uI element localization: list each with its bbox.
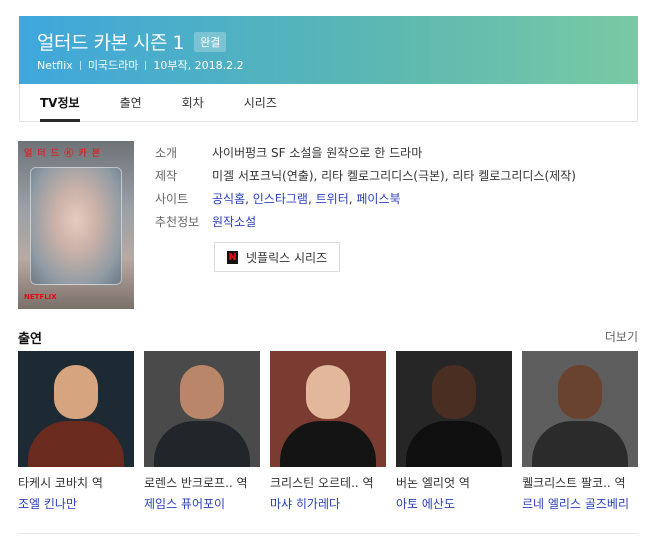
cast-role: 버논 엘리엇 역 [396,476,470,490]
cast-photo[interactable] [396,351,512,467]
cast-card[interactable]: 로렌스 반크로프.. 역 제임스 퓨어포이 [144,351,260,512]
status-badge: 완결 [194,31,227,52]
poster-image[interactable]: 얼 터 드 Ⓚ 카 본 NETFLIX [18,141,134,309]
cast-heading: 출연 [18,332,42,347]
cast-photo[interactable] [18,351,134,467]
cast-list: 타케시 코바치 역 조엘 킨나만 로렌스 반크로프.. 역 제임스 퓨어포이 크… [18,351,638,512]
tab-episodes[interactable]: 회차 [162,84,224,121]
site-links: 공식홈, 인스타그램, 트위터, 페이스북 [212,192,401,206]
cast-photo[interactable] [270,351,386,467]
poster-brand: NETFLIX [24,293,57,301]
cast-actor-link[interactable]: 마샤 히가레다 [270,495,386,512]
cast-photo[interactable] [522,351,638,467]
genre: 미국드라마 [87,59,139,72]
cast-role: 타케시 코바치 역 [18,476,103,490]
staff-value: 미겔 서포크닉(연출), 리타 켈로그리디스(극본), 리타 켈로그리디스(제작… [212,169,576,183]
episodes-date: 10부작, 2018.2.2 [153,59,244,72]
page-title: 얼터드 카본 시즌 1 [37,32,185,54]
divider [145,60,147,70]
tab-bar: TV정보 출연 회차 시리즈 [19,84,638,122]
cast-actor-link[interactable]: 아토 에산도 [396,495,512,512]
site-link-instagram[interactable]: 인스타그램 [253,192,308,206]
intro-label: 소개 [155,146,178,160]
info-row-staff: 제작 미겔 서포크닉(연출), 리타 켈로그리디스(극본), 리타 켈로그리디스… [155,164,576,187]
site-link-twitter[interactable]: 트위터 [316,192,349,206]
info-row-intro: 소개 사이버펑크 SF 소설을 원작으로 한 드라마 [155,141,576,164]
info-row-site: 사이트 공식홈, 인스타그램, 트위터, 페이스북 [155,187,576,210]
netflix-icon: N [227,250,238,264]
cast-card[interactable]: 크리스틴 오르테.. 역 마샤 히가레다 [270,351,386,512]
info-row-recommend: 추천정보 원작소설 [155,210,576,233]
title-banner: 얼터드 카본 시즌 1 완결 Netflix 미국드라마 10부작, 2018.… [19,16,638,84]
cast-role: 크리스틴 오르테.. 역 [270,476,374,490]
netflix-button-label: 넷플릭스 시리즈 [246,250,328,265]
tab-cast[interactable]: 출연 [100,84,162,121]
cast-card[interactable]: 버논 엘리엇 역 아토 에산도 [396,351,512,512]
cast-role: 퀠크리스트 팔코.. 역 [522,476,626,490]
channel-name: Netflix [37,58,73,72]
more-link[interactable]: 더보기 [605,328,638,345]
cast-card[interactable]: 퀠크리스트 팔코.. 역 르네 엘리스 골즈베리 [522,351,638,512]
recommend-label: 추천정보 [155,215,200,229]
cast-actor-link[interactable]: 제임스 퓨어포이 [144,495,260,512]
cast-actor-link[interactable]: 르네 엘리스 골즈베리 [522,495,638,512]
divider [18,533,638,534]
site-link-official[interactable]: 공식홈 [212,192,245,206]
cast-actor-link[interactable]: 조엘 킨나만 [18,495,134,512]
staff-label: 제작 [155,169,178,183]
netflix-series-button[interactable]: N 넷플릭스 시리즈 [214,242,341,272]
recommend-link[interactable]: 원작소설 [212,215,256,229]
poster-title: 얼 터 드 Ⓚ 카 본 [24,149,102,159]
info-table: 소개 사이버펑크 SF 소설을 원작으로 한 드라마 제작 미겔 서포크닉(연출… [155,141,576,233]
tab-tv-info[interactable]: TV정보 [20,84,100,122]
cast-photo[interactable] [144,351,260,467]
meta-line: Netflix 미국드라마 10부작, 2018.2.2 [37,57,244,73]
cast-role: 로렌스 반크로프.. 역 [144,476,248,490]
site-label: 사이트 [155,192,189,206]
poster-art [30,167,122,285]
cast-card[interactable]: 타케시 코바치 역 조엘 킨나만 [18,351,134,512]
tab-series[interactable]: 시리즈 [224,84,297,121]
intro-value: 사이버펑크 SF 소설을 원작으로 한 드라마 [212,146,423,160]
divider [79,60,81,70]
site-link-facebook[interactable]: 페이스북 [356,192,400,206]
